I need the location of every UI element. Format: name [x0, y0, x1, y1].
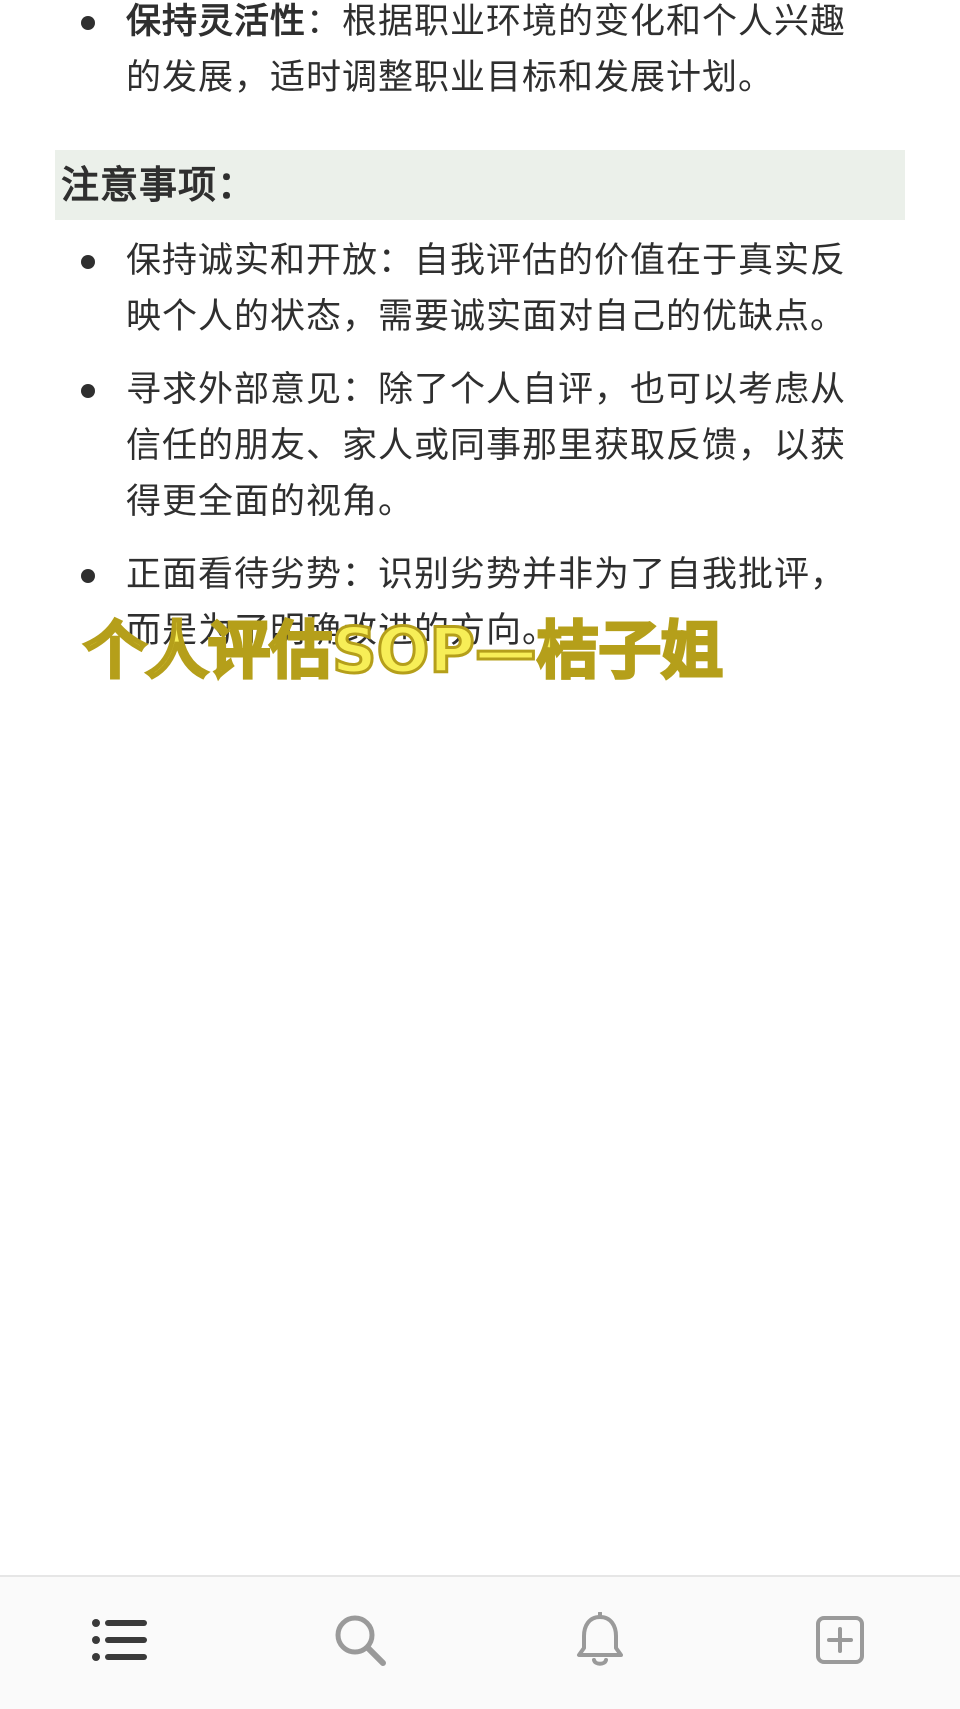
text-line: 根据职业环境的变化和个人兴趣: [342, 2, 847, 42]
text-line: 信任的朋友、家人或同事那里获取反馈，以获: [126, 426, 847, 466]
bottom-navigation-bar: [0, 1575, 960, 1709]
text-line: 保持诚实和开放：自我评估的价值在于真实反: [126, 241, 847, 281]
list-item-text: 保持诚实和开放：自我评估的价值在于真实反 映个人的状态，需要诚实面对自己的优缺点…: [126, 233, 896, 345]
text-line: 映个人的状态，需要诚实面对自己的优缺点。: [126, 297, 847, 337]
watermark-caption: 个人评估SOP—桔子姐: [83, 613, 725, 689]
text-line: 的发展，适时调整职业目标和发展计划。: [126, 58, 775, 98]
list-icon: [91, 1617, 149, 1667]
text-line: 正面看待劣势：识别劣势并非为了自我批评，: [126, 555, 847, 595]
notifications-nav-button[interactable]: [565, 1607, 635, 1677]
bold-term: 保持灵活性: [126, 2, 307, 42]
text-line: 得更全面的视角。: [126, 482, 415, 522]
section-heading: 注意事项：: [55, 150, 905, 220]
section-title: 注意事项：: [61, 163, 257, 207]
bullet-dot: [81, 384, 95, 398]
search-icon: [333, 1613, 387, 1671]
list-nav-button[interactable]: [85, 1607, 155, 1677]
term-colon: ：: [306, 2, 343, 42]
bullet-dot: [81, 569, 95, 583]
text-line: 寻求外部意见：除了个人自评，也可以考虑从: [126, 370, 847, 410]
list-item-text: 寻求外部意见：除了个人自评，也可以考虑从 信任的朋友、家人或同事那里获取反馈，以…: [126, 362, 896, 530]
bullet-dot: [81, 16, 95, 30]
add-nav-button[interactable]: [805, 1607, 875, 1677]
bell-icon: [575, 1611, 625, 1672]
add-square-icon: [815, 1615, 865, 1669]
bullet-dot: [81, 255, 95, 269]
list-item-text: 保持灵活性：根据职业环境的变化和个人兴趣 的发展，适时调整职业目标和发展计划。: [126, 0, 896, 106]
search-nav-button[interactable]: [325, 1607, 395, 1677]
